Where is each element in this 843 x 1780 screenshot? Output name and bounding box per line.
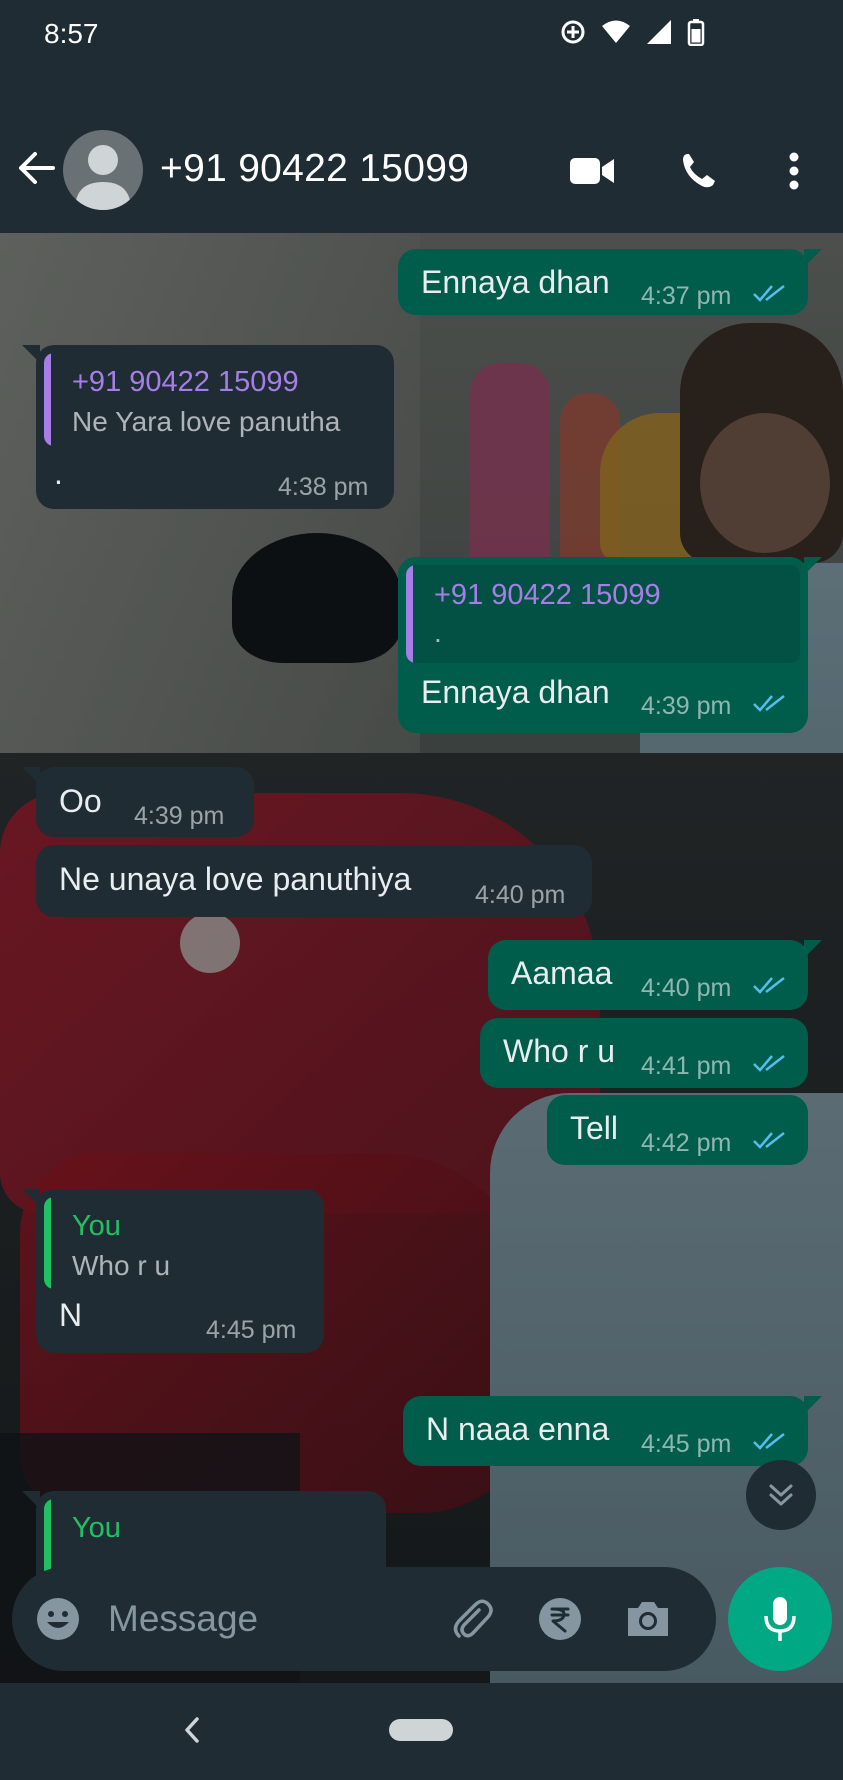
message-text: Ennaya dhan [421,264,610,300]
message-text: Who r u [503,1033,616,1069]
mic-icon [764,1597,796,1641]
message-bubble-incoming[interactable]: +91 90422 15099 Ne Yara love panutha . 4… [22,345,394,509]
message-time: 4:37 pm [641,282,732,310]
quoted-author: +91 90422 15099 [434,579,661,611]
message-time: 4:38 pm [278,473,369,501]
message-bubble-incoming[interactable]: Oo 4:39 pm [22,767,254,837]
quoted-text: Who r u [72,1250,171,1281]
message-text: Aamaa [511,955,613,991]
emoji-icon[interactable] [32,1593,84,1645]
quoted-message[interactable]: +91 90422 15099 Ne Yara love panutha [44,353,386,446]
message-bubble-outgoing[interactable]: Who r u 4:41 pm [480,1018,808,1088]
quoted-author: You [72,1512,121,1544]
data-saver-icon [561,20,585,44]
wifi-icon [602,20,630,43]
scroll-to-bottom-button[interactable] [746,1460,816,1530]
attach-icon[interactable] [446,1593,498,1645]
message-time: 4:45 pm [641,1430,732,1458]
quoted-author: +91 90422 15099 [72,366,299,398]
message-time: 4:41 pm [641,1052,732,1080]
message-bubble-outgoing[interactable]: Tell 4:42 pm [547,1095,808,1165]
message-text: . [54,455,63,491]
read-ticks-icon [753,977,785,994]
message-input[interactable] [108,1587,408,1651]
message-text: N naaa enna [426,1411,610,1447]
message-text: Ennaya dhan [421,674,610,710]
read-ticks-icon [753,1433,785,1450]
status-icons [559,18,705,46]
message-time: 4:39 pm [134,802,225,830]
message-time: 4:39 pm [641,692,732,720]
camera-icon[interactable] [622,1593,674,1645]
avatar-icon [75,145,131,210]
quoted-text: Ne Yara love panutha [72,406,341,437]
message-bubble-outgoing[interactable]: +91 90422 15099 . Ennaya dhan 4:39 pm [398,557,822,733]
message-bubble-incoming[interactable]: Ne unaya love panuthiya 4:40 pm [36,845,592,917]
read-ticks-icon [753,1055,785,1072]
status-time: 8:57 [44,18,99,49]
read-ticks-icon [753,285,785,302]
read-ticks-icon [753,695,785,712]
more-options-icon[interactable] [768,148,820,194]
message-text: N [59,1297,83,1333]
message-text: Oo [59,783,102,819]
message-text: Ne unaya love panuthiya [59,861,412,897]
chat-wallpaper: Ennaya dhan 4:37 pm +91 90422 15099 Ne Y… [0,233,843,1683]
quoted-text: . [434,617,442,648]
quoted-message[interactable]: You Who r u [44,1197,316,1289]
message-composer [12,1567,716,1671]
quoted-message[interactable]: +91 90422 15099 . [406,565,800,663]
message-text: Tell [570,1110,619,1146]
message-time: 4:42 pm [641,1129,732,1157]
quoted-author: You [72,1210,121,1242]
message-bubble-outgoing[interactable]: Aamaa 4:40 pm [488,940,822,1010]
system-navigation-bar [0,1683,843,1780]
nav-back-icon[interactable] [172,1707,212,1753]
cell-signal-icon [647,20,671,44]
double-chevron-down-icon [769,1484,793,1506]
message-bubble-outgoing[interactable]: N naaa enna 4:45 pm [403,1396,822,1466]
message-time: 4:45 pm [206,1316,297,1344]
message-bubble-outgoing[interactable]: Ennaya dhan 4:37 pm [398,249,822,315]
nav-home-pill[interactable] [389,1719,453,1741]
avatar[interactable] [63,130,143,210]
battery-icon [687,19,705,46]
back-arrow-icon[interactable] [14,146,58,190]
message-time: 4:40 pm [475,881,566,909]
mic-button[interactable] [728,1567,832,1671]
contact-name[interactable]: +91 90422 15099 [160,147,469,191]
message-bubble-incoming[interactable]: You Who r u N 4:45 pm [22,1189,324,1353]
video-call-icon[interactable] [566,148,618,194]
rupee-payment-icon[interactable] [534,1593,586,1645]
read-ticks-icon [753,1132,785,1149]
message-time: 4:40 pm [641,974,732,1002]
voice-call-icon[interactable] [673,148,725,194]
app-header: 8:57 +91 90422 15099 [0,0,843,233]
